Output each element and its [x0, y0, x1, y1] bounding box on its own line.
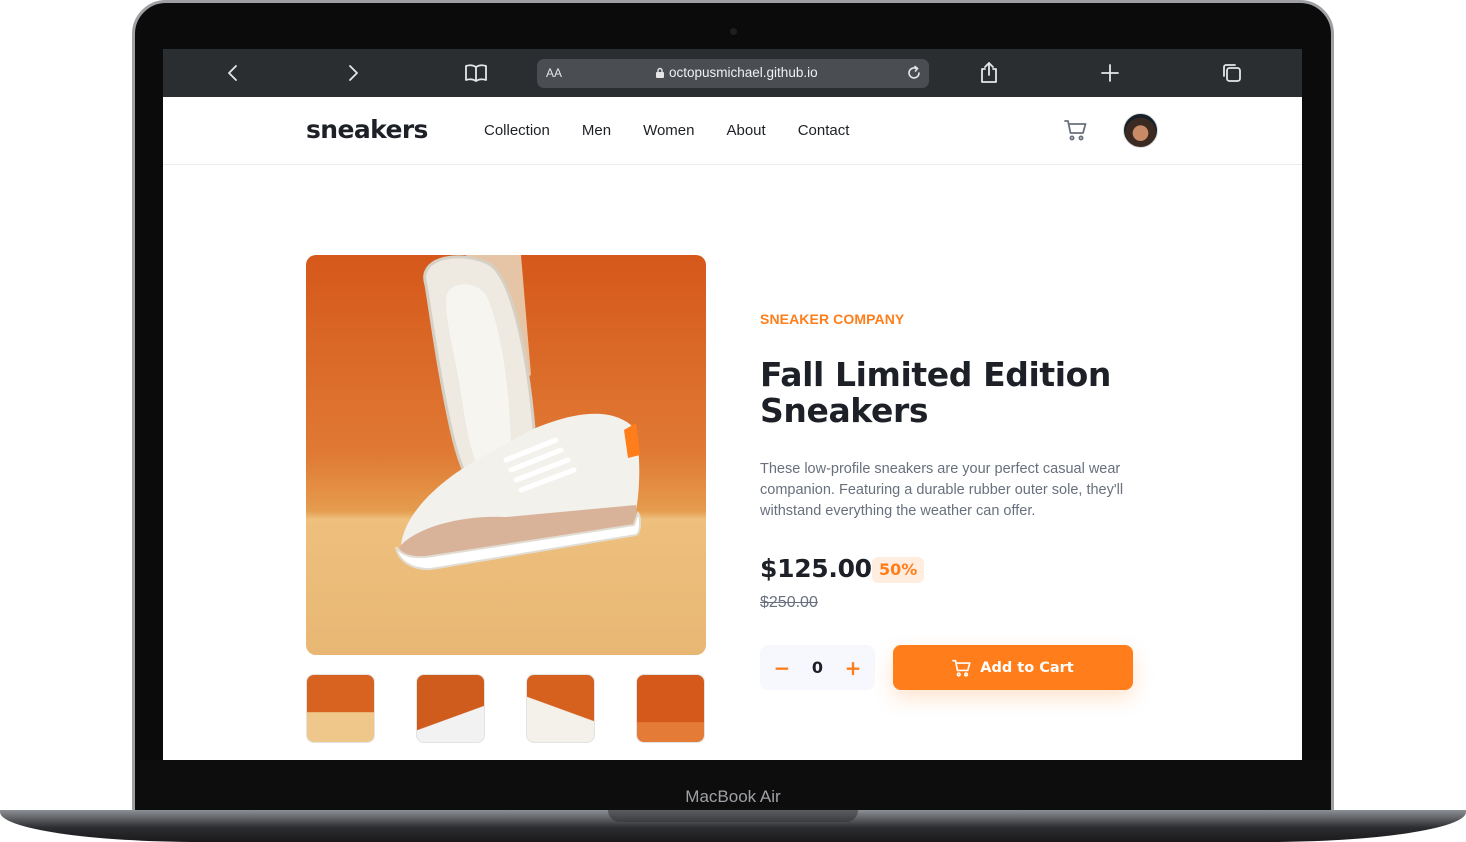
thumbnail-1[interactable] — [306, 674, 375, 743]
add-to-cart-label: Add to Cart — [980, 659, 1074, 676]
product-description: These low-profile sneakers are your perf… — [760, 461, 1124, 519]
laptop-notch — [608, 810, 858, 822]
tabs-overview-button[interactable] — [1220, 61, 1244, 85]
new-tab-button[interactable] — [1098, 61, 1122, 85]
company-label: SNEAKER COMPANY — [760, 311, 905, 327]
book-icon — [465, 64, 487, 82]
current-price: $125.00 — [760, 554, 872, 583]
cart-button[interactable] — [1064, 119, 1088, 145]
nav-link-collection[interactable]: Collection — [484, 122, 550, 139]
browser-screen: AA octopusmichael.github.io sneakers Col… — [163, 49, 1302, 760]
discount-badge: 50% — [872, 557, 925, 583]
thumbnail-3[interactable] — [526, 674, 595, 743]
nav-link-about[interactable]: About — [726, 122, 765, 139]
main-nav: Collection Men Women About Contact — [484, 122, 881, 139]
thumbnail-4[interactable] — [636, 674, 705, 743]
reload-icon — [908, 65, 920, 79]
site-header: sneakers Collection Men Women About Cont… — [163, 97, 1302, 165]
add-to-cart-button[interactable]: Add to Cart — [893, 645, 1133, 690]
decrease-quantity-button[interactable]: − — [772, 658, 792, 678]
share-icon — [981, 62, 997, 83]
back-button[interactable] — [221, 61, 245, 85]
device-label: MacBook Air — [685, 787, 781, 806]
site-logo[interactable]: sneakers — [306, 115, 428, 144]
nav-link-women[interactable]: Women — [643, 122, 694, 139]
cart-icon — [952, 659, 971, 677]
sneaker-illustration — [395, 255, 642, 571]
quantity-stepper: − 0 + — [760, 645, 875, 690]
product-title: Fall Limited Edition Sneakers — [760, 355, 1112, 430]
thumbnail-2[interactable] — [416, 674, 485, 743]
lock-icon — [656, 67, 664, 78]
camera-icon — [730, 28, 737, 35]
chevron-left-icon — [228, 65, 237, 81]
reload-button[interactable] — [905, 64, 923, 86]
original-price: $250.00 — [760, 594, 818, 611]
browser-toolbar: AA octopusmichael.github.io — [163, 49, 1302, 97]
quantity-value: 0 — [811, 658, 824, 677]
user-avatar[interactable] — [1123, 113, 1158, 148]
increase-quantity-button[interactable]: + — [843, 658, 863, 678]
product-main-image[interactable] — [306, 255, 706, 655]
chevron-right-icon — [349, 65, 358, 81]
url-text: octopusmichael.github.io — [669, 65, 818, 80]
bookmarks-button[interactable] — [464, 61, 488, 85]
url-display: octopusmichael.github.io — [655, 65, 818, 80]
reader-aa-button[interactable]: AA — [546, 66, 562, 80]
nav-link-men[interactable]: Men — [582, 122, 611, 139]
share-button[interactable] — [977, 61, 1001, 85]
plus-icon — [1101, 64, 1119, 82]
tabs-icon — [1223, 64, 1241, 82]
address-bar[interactable]: AA octopusmichael.github.io — [537, 59, 929, 88]
cart-icon — [1064, 120, 1087, 141]
forward-button[interactable] — [341, 61, 365, 85]
nav-link-contact[interactable]: Contact — [798, 122, 850, 139]
